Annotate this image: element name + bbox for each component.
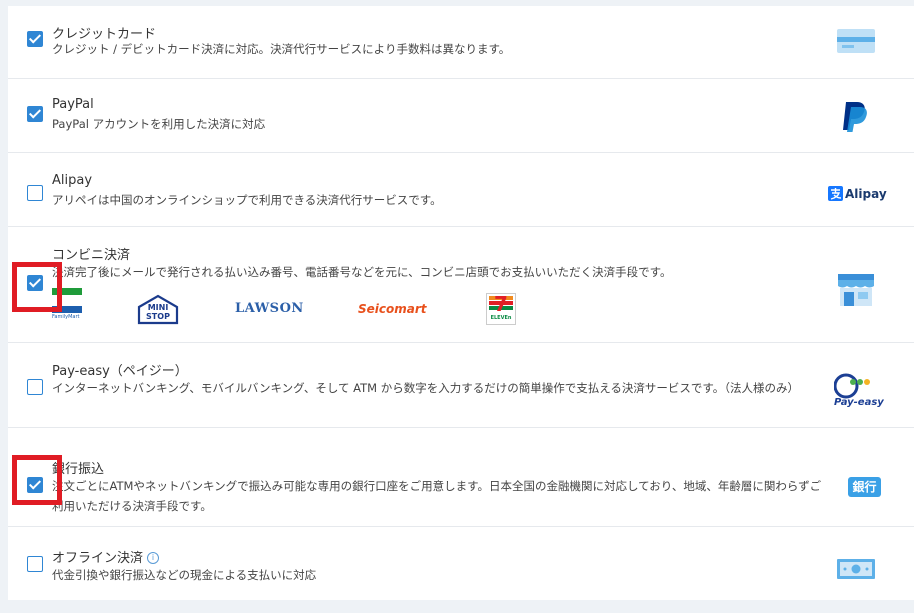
- offline-payment-description: 代金引換や銀行振込などの現金による支払いに対応: [52, 568, 317, 582]
- seven-eleven-text: ELEVEn: [490, 315, 512, 321]
- offline-payment-title: オフライン決済 i: [52, 547, 160, 566]
- alipay-description: アリペイは中国のオンラインショップで利用できる決済代行サービスです。: [52, 193, 442, 207]
- convenience-store-description: 決済完了後にメールで発行される払い込み番号、電話番号などを元に、コンビニ店頭でお…: [52, 265, 672, 279]
- seicomart-logo: Seicomart: [358, 302, 427, 316]
- paypal-title: PayPal: [52, 97, 94, 112]
- lawson-logo: LAWSON: [235, 301, 304, 316]
- payment-methods-panel: クレジットカード クレジット / デビットカード決済に対応。決済代行サービスによ…: [8, 6, 914, 600]
- alipay-title: Alipay: [52, 173, 93, 188]
- highlight-box-bank-transfer: [12, 455, 62, 505]
- paypal-logo-icon: [843, 102, 867, 132]
- bank-transfer-description: 注文ごとにATMやネットバンキングで振込み可能な専用の銀行口座をご用意します。日…: [52, 479, 822, 513]
- convenience-store-title: コンビニ決済: [52, 248, 131, 263]
- pay-easy-checkbox[interactable]: [27, 379, 43, 395]
- paypal-checkbox[interactable]: [27, 106, 43, 122]
- payment-method-alipay: Alipay アリペイは中国のオンラインショップで利用できる決済代行サービスです…: [8, 153, 914, 227]
- pay-easy-title: Pay-easy（ペイジー）: [52, 364, 188, 379]
- offline-payment-title-text: オフライン決済: [52, 551, 144, 566]
- credit-card-checkbox[interactable]: [27, 31, 43, 47]
- offline-payment-checkbox[interactable]: [27, 556, 43, 572]
- pay-easy-description: インターネットバンキング、モバイルバンキング、そして ATM から数字を入力する…: [52, 381, 799, 395]
- payment-method-paypal: PayPal PayPal アカウントを利用した決済に対応: [8, 79, 914, 153]
- alipay-icon: [828, 186, 843, 201]
- payment-method-convenience-store: コンビニ決済 決済完了後にメールで発行される払い込み番号、電話番号などを元に、コ…: [8, 227, 914, 343]
- credit-card-description: クレジット / デビットカード決済に対応。決済代行サービスにより手数料は異なりま…: [52, 42, 511, 56]
- bank-badge: 銀行: [848, 477, 881, 497]
- credit-card-icon: [837, 29, 875, 53]
- payment-method-pay-easy: Pay-easy（ペイジー） インターネットバンキング、モバイルバンキング、そし…: [8, 343, 914, 428]
- alipay-logo-text: Alipay: [845, 186, 887, 201]
- payment-method-offline: オフライン決済 i 代金引換や銀行振込などの現金による支払いに対応: [8, 527, 914, 600]
- paypal-description: PayPal アカウントを利用した決済に対応: [52, 117, 266, 131]
- seven-eleven-logo: 7 ELEVEn: [486, 293, 516, 325]
- pay-easy-icon: [834, 373, 870, 399]
- pay-easy-logo: Pay-easy: [834, 373, 884, 411]
- info-icon[interactable]: i: [147, 552, 160, 564]
- ministop-logo-text-line1: MINI: [147, 303, 169, 312]
- highlight-box-convenience-store: [12, 262, 62, 312]
- familymart-logo-text: FamilyMart: [52, 314, 80, 320]
- pay-easy-logo-text: Pay-easy: [834, 397, 884, 408]
- ministop-logo: MINI STOP: [136, 294, 180, 326]
- alipay-checkbox[interactable]: [27, 185, 43, 201]
- payment-method-bank-transfer: 銀行振込 注文ごとにATMやネットバンキングで振込み可能な専用の銀行口座をご用意…: [8, 428, 914, 527]
- store-icon: [838, 274, 874, 306]
- payment-method-credit-card: クレジットカード クレジット / デビットカード決済に対応。決済代行サービスによ…: [8, 6, 914, 79]
- seven-eleven-number: 7: [494, 292, 508, 316]
- ministop-logo-text-line2: STOP: [146, 312, 170, 321]
- cash-icon: [837, 559, 875, 579]
- alipay-logo: Alipay: [828, 186, 887, 201]
